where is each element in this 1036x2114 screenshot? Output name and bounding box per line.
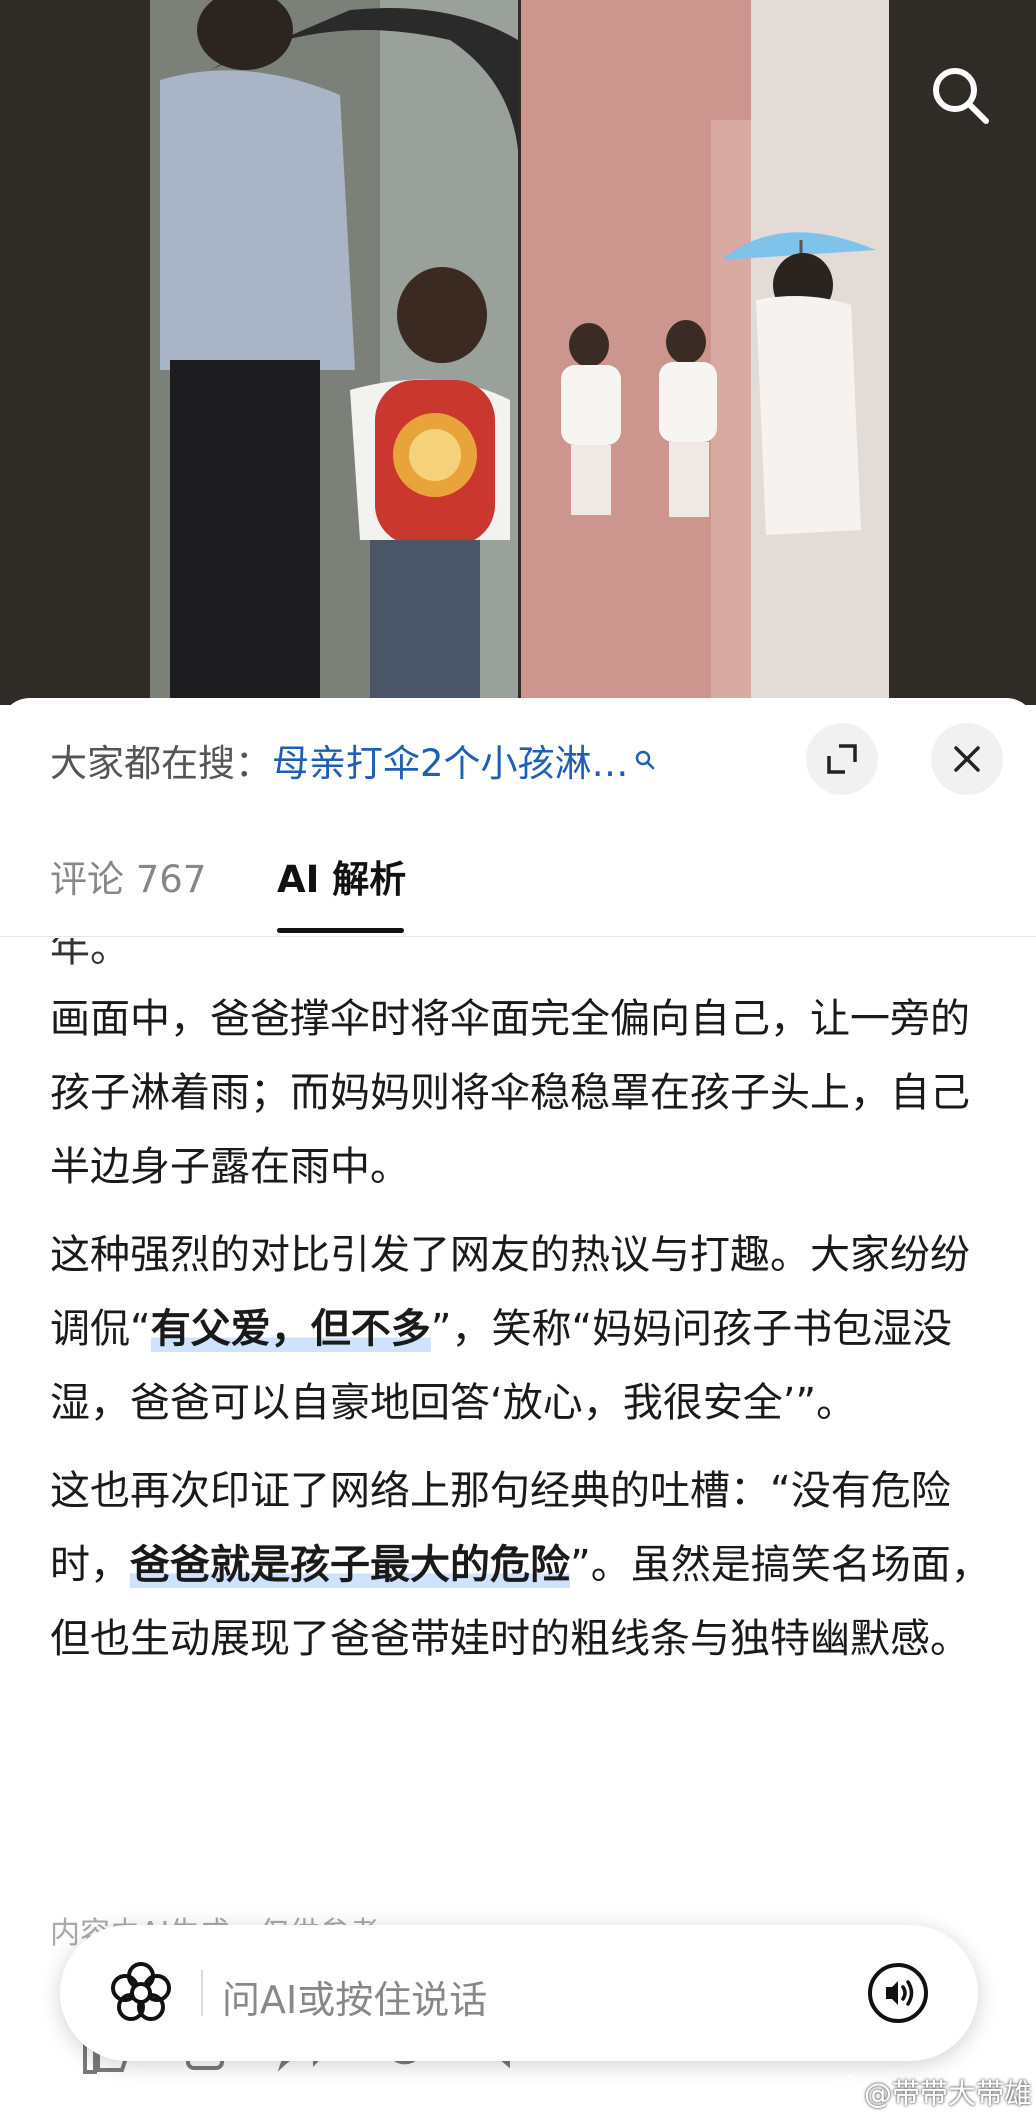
p2-highlight: 有父爱，但不多 [150,1306,431,1352]
video-search-button[interactable] [920,55,1000,135]
video-frame-mother [521,0,889,705]
active-tab-indicator [277,928,404,933]
video-frame-father [150,0,518,705]
weibo-icon [824,2074,857,2101]
ai-analysis-content: 年。 画面中，爸爸撑伞时将伞面完全偏向自己，让一旁的孩子淋着雨；而妈妈则将伞稳稳… [50,938,1000,1690]
ask-ai-bar[interactable]: 问AI或按住说话 [60,1925,978,2061]
ask-bar-separator [201,1970,203,2016]
analysis-paragraph-2: 这种强烈的对比引发了网友的热议与打趣。大家纷纷调侃“有父爱，但不多”，笑称“妈妈… [50,1218,1000,1440]
tab-comments[interactable]: 评论 767 [50,850,206,910]
trending-search-term[interactable]: 母亲打伞2个小孩淋… [272,733,629,787]
close-icon [954,746,980,772]
ai-flower-icon [111,1962,171,2021]
close-button[interactable] [931,723,1003,795]
analysis-paragraph-3: 这也再次印证了网络上那句经典的吐槽：“没有危险时，爸爸就是孩子最大的危险”。虽然… [50,1454,1000,1676]
analysis-paragraph-1: 画面中，爸爸撑伞时将伞面完全偏向自己，让一旁的孩子淋着雨；而妈妈则将伞稳稳罩在孩… [50,996,970,1190]
expand-icon [827,744,857,774]
trending-search-prefix: 大家都在搜： [50,742,272,785]
magnifier-icon [633,748,657,772]
search-icon [933,68,989,124]
tab-divider [0,936,1036,937]
watermark: @带带大带雄 [864,2077,1033,2110]
scrolled-text-fragment: 年。 [50,938,130,966]
ask-ai-input[interactable]: 问AI或按住说话 [222,1969,487,2024]
sheet-tabs: 评论 767 AI 解析 [50,850,1030,940]
video-player[interactable] [0,0,1036,705]
p3-highlight: 爸爸就是孩子最大的危险 [130,1542,570,1588]
trending-search-row[interactable]: 大家都在搜： 母亲打伞2个小孩淋… [50,740,657,785]
expand-button[interactable] [806,723,878,795]
voice-icon[interactable] [866,1961,930,2025]
tab-ai-analysis[interactable]: AI 解析 [277,850,406,910]
